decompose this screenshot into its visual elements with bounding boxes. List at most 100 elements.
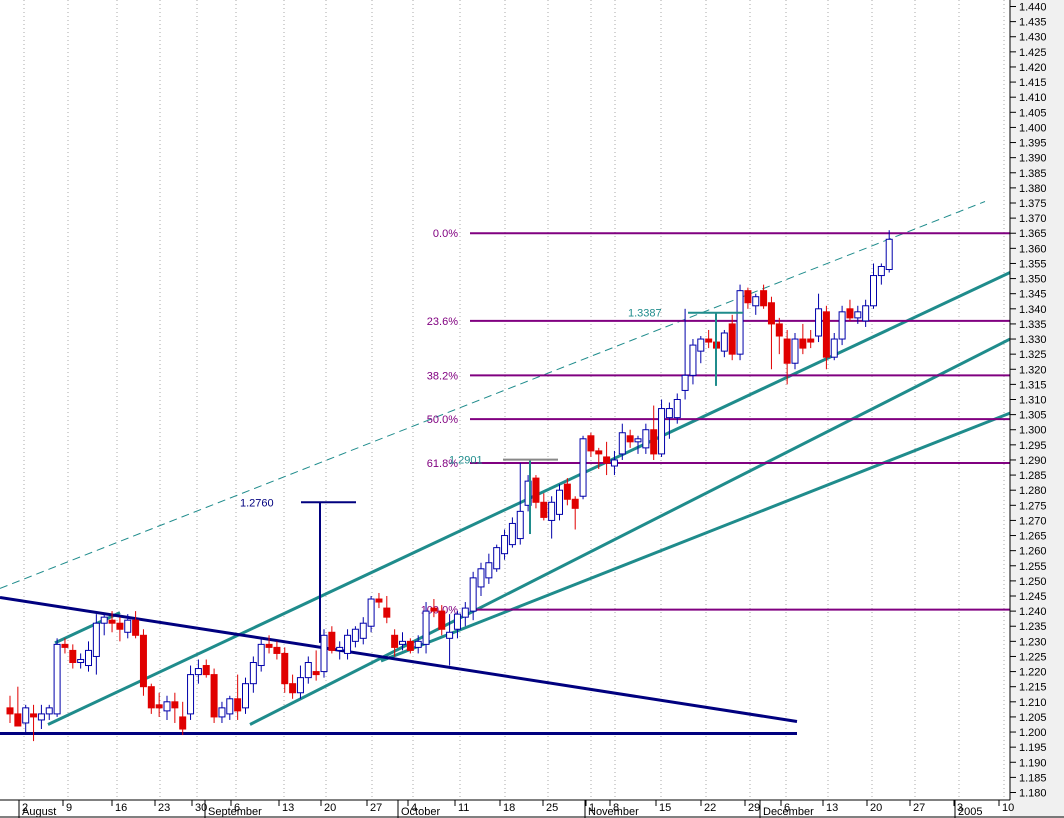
y-tick-label: 1.220: [1019, 667, 1047, 679]
candle: [603, 441, 611, 476]
y-tick-label: 1.280: [1019, 485, 1047, 497]
annotation-label: 1.2760: [240, 497, 274, 509]
candle-body: [571, 498, 579, 509]
y-tick-label: 1.265: [1019, 531, 1047, 543]
y-tick-label: 1.345: [1019, 289, 1047, 301]
candle: [877, 263, 885, 285]
y-tick-label: 1.360: [1019, 243, 1047, 255]
candle-body: [304, 662, 312, 679]
candle-body: [775, 323, 783, 337]
candle-body: [257, 643, 265, 667]
candle: [760, 284, 768, 309]
candle: [830, 332, 838, 361]
candle: [155, 692, 163, 717]
candle: [281, 647, 289, 693]
candle-body: [477, 568, 485, 588]
candle: [171, 692, 179, 723]
candle: [187, 665, 195, 720]
candle: [367, 596, 375, 633]
x-day-label: 27: [370, 802, 382, 814]
candle: [375, 592, 383, 609]
resistance-line: [0, 596, 798, 723]
candle-body: [155, 704, 163, 709]
x-day-label: 29: [748, 802, 760, 814]
candle-body: [399, 640, 406, 645]
candle-body: [249, 662, 257, 685]
candle-body: [37, 713, 45, 721]
annotation-label: 1.3387: [628, 308, 662, 320]
candle-body: [681, 374, 689, 391]
candle: [587, 432, 595, 457]
candle: [752, 293, 760, 315]
candle: [351, 626, 359, 648]
candle: [312, 650, 320, 681]
fib-label: 38.2%: [427, 370, 458, 382]
candle-body: [351, 628, 359, 642]
x-day-label: 13: [826, 802, 838, 814]
y-tick-label: 1.435: [1019, 17, 1047, 29]
candle: [194, 659, 202, 684]
candle: [697, 336, 705, 364]
candle: [179, 701, 187, 736]
y-tick-label: 1.310: [1019, 395, 1047, 407]
y-tick-label: 1.285: [1019, 470, 1047, 482]
y-tick-label: 1.300: [1019, 425, 1047, 437]
y-tick-label: 1.245: [1019, 591, 1047, 603]
candle-body: [752, 296, 760, 307]
y-tick-label: 1.225: [1019, 651, 1047, 663]
candle-body: [30, 713, 38, 718]
candle-body: [493, 547, 501, 570]
candle: [210, 668, 218, 723]
candle-body: [469, 577, 477, 612]
candle-body: [108, 619, 116, 624]
x-day-label: 22: [704, 802, 716, 814]
candle: [453, 611, 461, 639]
candle: [147, 683, 155, 714]
candle: [273, 641, 281, 660]
candle: [736, 284, 744, 361]
y-tick-label: 1.190: [1019, 757, 1047, 769]
candle: [493, 544, 501, 572]
candle: [705, 329, 713, 349]
candle-body: [218, 707, 226, 718]
candle-body: [642, 429, 650, 449]
candle: [296, 665, 304, 699]
candle-body: [422, 610, 430, 645]
candle-body: [163, 701, 171, 712]
candle: [289, 674, 297, 699]
candle: [846, 299, 854, 321]
candle-body: [296, 677, 304, 694]
candle: [53, 638, 61, 717]
candle-body: [312, 671, 320, 676]
candle-body: [595, 450, 603, 455]
x-month-label: November: [588, 806, 639, 818]
candle-body: [791, 338, 799, 364]
candle-body: [69, 649, 77, 664]
candle: [14, 686, 22, 727]
candle-body: [375, 598, 383, 603]
candle: [744, 287, 752, 309]
candles: [6, 230, 893, 742]
y-tick-label: 1.275: [1019, 500, 1047, 512]
y-tick-label: 1.405: [1019, 107, 1047, 119]
candle-body: [744, 290, 752, 304]
candle: [328, 626, 336, 654]
candle-body: [92, 622, 100, 657]
candle-body: [438, 610, 446, 630]
candle-body: [830, 338, 838, 358]
candle-body: [234, 698, 242, 712]
y-tick-label: 1.395: [1019, 138, 1047, 150]
candle: [477, 562, 485, 596]
candle-body: [626, 435, 634, 443]
candle: [383, 596, 391, 624]
candle: [218, 701, 226, 723]
y-tick-label: 1.305: [1019, 410, 1047, 422]
candle-body: [508, 522, 516, 546]
candle-body: [336, 646, 344, 651]
candle: [720, 329, 728, 358]
candle: [45, 704, 53, 720]
y-tick-label: 1.255: [1019, 561, 1047, 573]
candle-body: [344, 634, 352, 654]
candle-body: [563, 483, 571, 500]
candle-body: [610, 459, 618, 467]
